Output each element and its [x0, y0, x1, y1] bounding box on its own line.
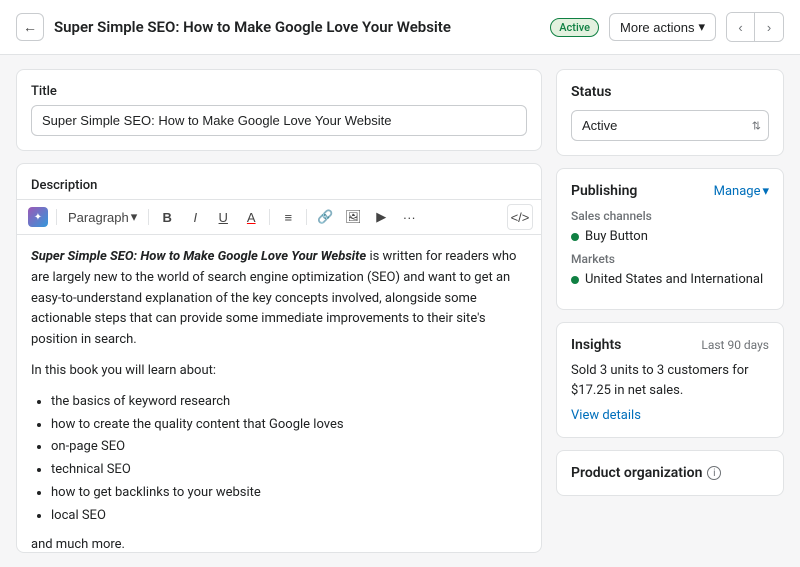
toolbar-separator-3 — [269, 209, 270, 225]
toolbar-separator-4 — [306, 209, 307, 225]
paragraph-label: Paragraph — [68, 210, 129, 225]
chevron-right-icon: › — [767, 20, 771, 35]
market-name: United States and International — [585, 272, 763, 287]
status-card: Status ActiveDraftArchived ⇅ — [556, 69, 784, 156]
title-input[interactable] — [31, 105, 527, 136]
channel-name: Buy Button — [585, 229, 648, 244]
page-title: Super Simple SEO: How to Make Google Lov… — [54, 18, 540, 36]
publishing-title: Publishing — [571, 183, 637, 199]
list-item: local SEO — [51, 506, 527, 527]
description-content: Super Simple SEO: How to Make Google Lov… — [17, 235, 541, 553]
more-button[interactable]: ··· — [396, 204, 422, 230]
status-select-wrapper: ActiveDraftArchived ⇅ — [571, 110, 769, 141]
italic-button[interactable]: I — [182, 204, 208, 230]
font-color-icon: A — [247, 210, 256, 225]
more-actions-label: More actions — [620, 20, 694, 35]
link-button[interactable]: 🔗 — [312, 204, 338, 230]
toolbar-separator-2 — [148, 209, 149, 225]
ai-sparkle-button[interactable]: ✦ — [25, 204, 51, 230]
publishing-header: Publishing Manage ▾ — [571, 183, 769, 199]
align-icon: ≡ — [284, 210, 292, 225]
description-label: Description — [17, 164, 541, 199]
desc-paragraph-3: and much more. — [31, 535, 527, 553]
view-details-link[interactable]: View details — [571, 408, 641, 423]
info-icon[interactable]: i — [707, 466, 721, 480]
nav-button-group: ‹ › — [726, 12, 784, 42]
image-button[interactable]: 🖼 — [340, 204, 366, 230]
italic-icon: I — [193, 210, 197, 225]
more-icon: ··· — [403, 210, 416, 225]
desc-list: the basics of keyword researchhow to cre… — [51, 392, 527, 527]
list-item: technical SEO — [51, 460, 527, 481]
back-button[interactable]: ← — [16, 13, 44, 41]
channel-item-buy-button: Buy Button — [571, 229, 769, 244]
more-actions-button[interactable]: More actions ▾ — [609, 13, 716, 41]
desc-bold-title: Super Simple SEO: How to Make Google Lov… — [31, 249, 366, 264]
font-color-button[interactable]: A — [238, 204, 264, 230]
bold-button[interactable]: B — [154, 204, 180, 230]
sparkle-icon: ✦ — [28, 207, 48, 227]
sales-channels-label: Sales channels — [571, 209, 769, 223]
manage-label: Manage — [714, 184, 761, 199]
align-button[interactable]: ≡ — [275, 204, 301, 230]
top-bar: ← Super Simple SEO: How to Make Google L… — [0, 0, 800, 55]
underline-button[interactable]: U — [210, 204, 236, 230]
status-select[interactable]: ActiveDraftArchived — [571, 110, 769, 141]
markets-label: Markets — [571, 252, 769, 266]
product-org-header: Product organization i — [571, 465, 769, 481]
active-badge: Active — [550, 18, 599, 37]
insights-text: Sold 3 units to 3 customers for $17.25 i… — [571, 361, 769, 400]
paragraph-select-button[interactable]: Paragraph ▾ — [62, 205, 143, 229]
paragraph-chevron-icon: ▾ — [131, 209, 138, 225]
page-wrapper: ← Super Simple SEO: How to Make Google L… — [0, 0, 800, 567]
title-label: Title — [31, 84, 527, 99]
active-dot-icon — [571, 233, 579, 241]
insights-period: Last 90 days — [701, 338, 769, 352]
chevron-down-icon: ▾ — [698, 19, 705, 35]
image-icon: 🖼 — [345, 209, 362, 225]
underline-icon: U — [219, 210, 228, 225]
code-icon: </> — [511, 210, 530, 225]
link-icon: 🔗 — [317, 209, 333, 225]
chevron-left-icon: ‹ — [738, 20, 742, 35]
description-card: Description ✦ Paragraph ▾ B — [16, 163, 542, 553]
video-icon: ▶ — [376, 209, 386, 225]
nav-prev-button[interactable]: ‹ — [727, 13, 755, 41]
insights-card: Insights Last 90 days Sold 3 units to 3 … — [556, 322, 784, 438]
desc-paragraph-1: Super Simple SEO: How to Make Google Lov… — [31, 247, 527, 351]
list-item: how to create the quality content that G… — [51, 415, 527, 436]
description-toolbar: ✦ Paragraph ▾ B I U — [17, 199, 541, 235]
main-content: Title Description ✦ Paragraph ▾ — [0, 55, 800, 567]
list-item: on-page SEO — [51, 437, 527, 458]
right-column: Status ActiveDraftArchived ⇅ Publishing … — [556, 69, 784, 553]
nav-next-button[interactable]: › — [755, 13, 783, 41]
market-item-us: United States and International — [571, 272, 769, 287]
code-button[interactable]: </> — [507, 204, 533, 230]
manage-chevron-icon: ▾ — [762, 184, 769, 199]
back-icon: ← — [23, 19, 37, 35]
product-org-title: Product organization — [571, 465, 702, 481]
manage-link[interactable]: Manage ▾ — [714, 184, 769, 199]
insights-title: Insights — [571, 337, 621, 353]
title-card: Title — [16, 69, 542, 151]
video-button[interactable]: ▶ — [368, 204, 394, 230]
list-item: how to get backlinks to your website — [51, 483, 527, 504]
market-active-dot-icon — [571, 276, 579, 284]
toolbar-separator-1 — [56, 209, 57, 225]
publishing-card: Publishing Manage ▾ Sales channels Buy B… — [556, 168, 784, 310]
desc-paragraph-2: In this book you will learn about: — [31, 361, 527, 382]
list-item: the basics of keyword research — [51, 392, 527, 413]
product-organization-card: Product organization i — [556, 450, 784, 496]
left-column: Title Description ✦ Paragraph ▾ — [16, 69, 542, 553]
bold-icon: B — [163, 210, 172, 225]
insights-header: Insights Last 90 days — [571, 337, 769, 353]
status-title: Status — [571, 84, 769, 100]
